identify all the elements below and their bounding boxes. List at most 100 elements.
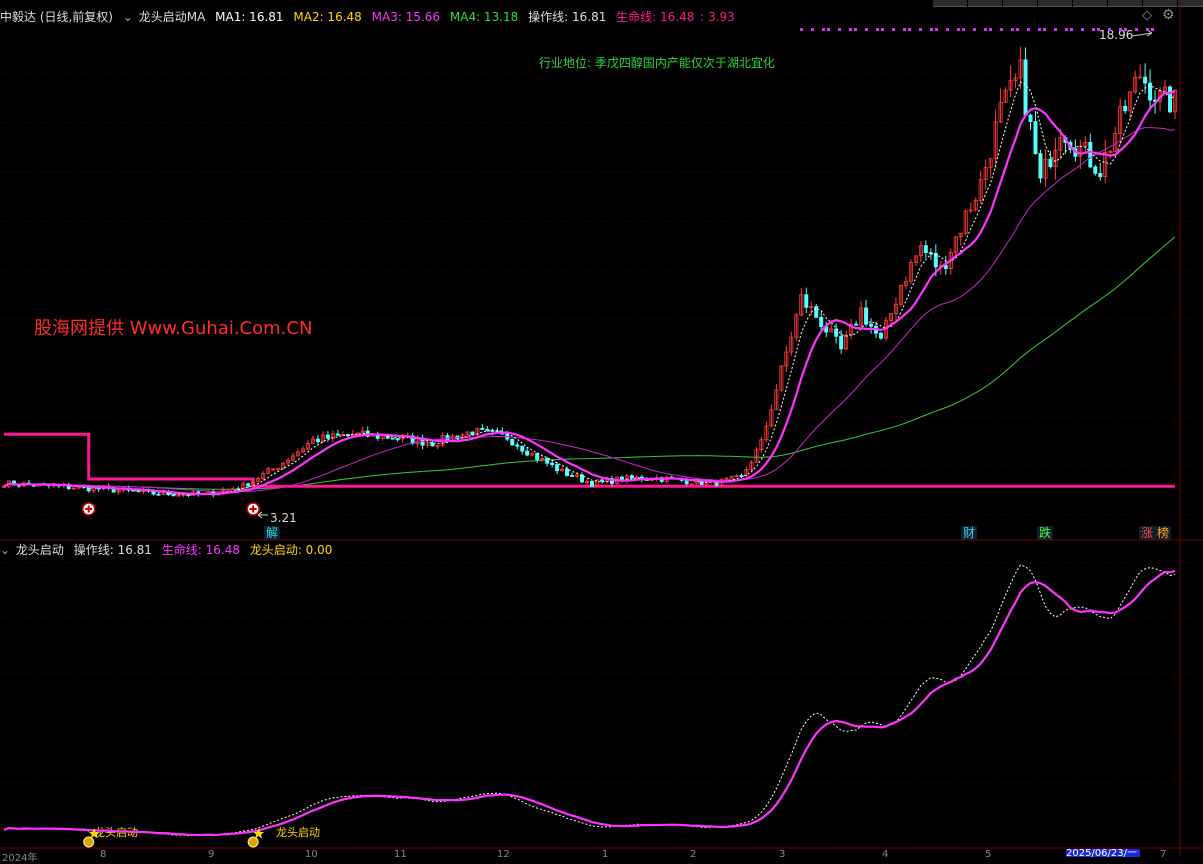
signal-dot <box>1151 28 1154 31</box>
candle-down <box>1023 59 1028 116</box>
candle-down <box>470 431 475 436</box>
candle-down <box>510 438 515 446</box>
candle-down <box>629 475 634 479</box>
signal-dot <box>908 28 911 31</box>
signal-dot <box>876 28 879 31</box>
date-axis-label: 8 <box>100 849 107 860</box>
signal-dot <box>881 28 884 31</box>
candle-down <box>520 445 525 452</box>
signal-dot <box>827 28 830 31</box>
low-arrow-icon <box>257 511 268 519</box>
candle-down <box>171 494 176 497</box>
candle-down <box>550 462 555 466</box>
candle-down <box>599 479 604 482</box>
current-date-box: 2025/06/23/一 <box>1066 849 1140 857</box>
candle-down <box>1098 172 1103 177</box>
candle-down <box>839 335 844 350</box>
candle-down <box>864 307 869 325</box>
signal-dot <box>811 28 814 31</box>
ma1-line <box>3 81 1176 496</box>
signal-dot <box>1135 28 1138 31</box>
candle-down <box>1148 82 1153 101</box>
signal-dot <box>1027 28 1030 31</box>
candle-down <box>928 252 933 254</box>
sub-operation-line <box>3 564 1176 837</box>
candle-down <box>570 475 575 477</box>
signal-dot <box>946 28 949 31</box>
candle-down <box>246 483 251 487</box>
date-axis-label: 5 <box>985 849 992 860</box>
candle-down <box>1143 76 1148 84</box>
signal-dot <box>1016 28 1019 31</box>
date-axis-label: 7 <box>1160 849 1167 860</box>
candle-down <box>156 493 161 496</box>
date-axis-label: 1 <box>602 849 609 860</box>
candle-down <box>485 429 490 431</box>
chart-canvas[interactable] <box>0 0 1203 857</box>
signal-dot <box>962 28 965 31</box>
date-axis-label: 4 <box>882 849 889 860</box>
candle-down <box>1028 114 1033 122</box>
candle-down <box>1088 142 1093 168</box>
signal-dot <box>1124 28 1127 31</box>
candle-down <box>335 433 340 436</box>
signal-dot <box>1097 28 1100 31</box>
signal-dot <box>989 28 992 31</box>
money-bag-icon <box>83 836 95 848</box>
date-axis-label: 3 <box>779 849 786 860</box>
signal-dot <box>1038 28 1041 31</box>
signal-dot <box>1000 28 1003 31</box>
candle-down <box>525 450 530 456</box>
signal-dot <box>1043 28 1046 31</box>
candle-down <box>480 427 485 430</box>
candle-down <box>923 245 928 253</box>
signal-dot <box>822 28 825 31</box>
signal-dot <box>892 28 895 31</box>
date-axis-label: 12 <box>497 849 510 860</box>
candle-down <box>590 481 595 487</box>
candle-up <box>1138 76 1143 79</box>
signal-dot <box>903 28 906 31</box>
candle-down <box>545 458 550 464</box>
signal-dot <box>1119 28 1122 31</box>
signal-dot <box>1092 28 1095 31</box>
date-axis-label: 2 <box>690 849 697 860</box>
candle-down <box>1093 166 1098 174</box>
signal-dot <box>973 28 976 31</box>
candle-down <box>1168 86 1173 113</box>
signal-dot <box>1108 28 1111 31</box>
stock-chart-window: 中毅达 (日线,前复权) ⌄ 龙头启动MA MA1: 16.81 MA2: 16… <box>0 0 1203 864</box>
operation-line <box>3 90 1176 496</box>
candle-down <box>315 438 320 443</box>
signal-dot <box>935 28 938 31</box>
date-axis-label: 9 <box>208 849 215 860</box>
candle-down <box>390 437 395 440</box>
candle-down <box>1048 158 1053 168</box>
date-axis-label: 11 <box>394 849 407 860</box>
signal-dot <box>1065 28 1068 31</box>
candle-down <box>804 294 809 308</box>
signal-dot <box>1146 28 1149 31</box>
sub-life-line <box>3 569 1176 837</box>
signal-dot <box>930 28 933 31</box>
candle-down <box>535 453 540 460</box>
candle-down <box>580 474 585 483</box>
candle-down <box>1033 121 1038 154</box>
candle-down <box>879 332 884 339</box>
candle-down <box>1038 153 1043 179</box>
signal-dot <box>1070 28 1073 31</box>
candle-down <box>515 444 520 447</box>
signal-dot <box>1081 28 1084 31</box>
signal-dot <box>838 28 841 31</box>
money-bag-icon <box>247 836 259 848</box>
signal-dot <box>957 28 960 31</box>
candle-down <box>819 316 824 328</box>
signal-dot <box>854 28 857 31</box>
candle-down <box>395 438 400 441</box>
candle-down <box>325 434 330 439</box>
candle-down <box>136 490 141 493</box>
candle-down <box>565 468 570 476</box>
candle-down <box>869 323 874 327</box>
signal-dot <box>865 28 868 31</box>
candle-down <box>1123 105 1128 112</box>
